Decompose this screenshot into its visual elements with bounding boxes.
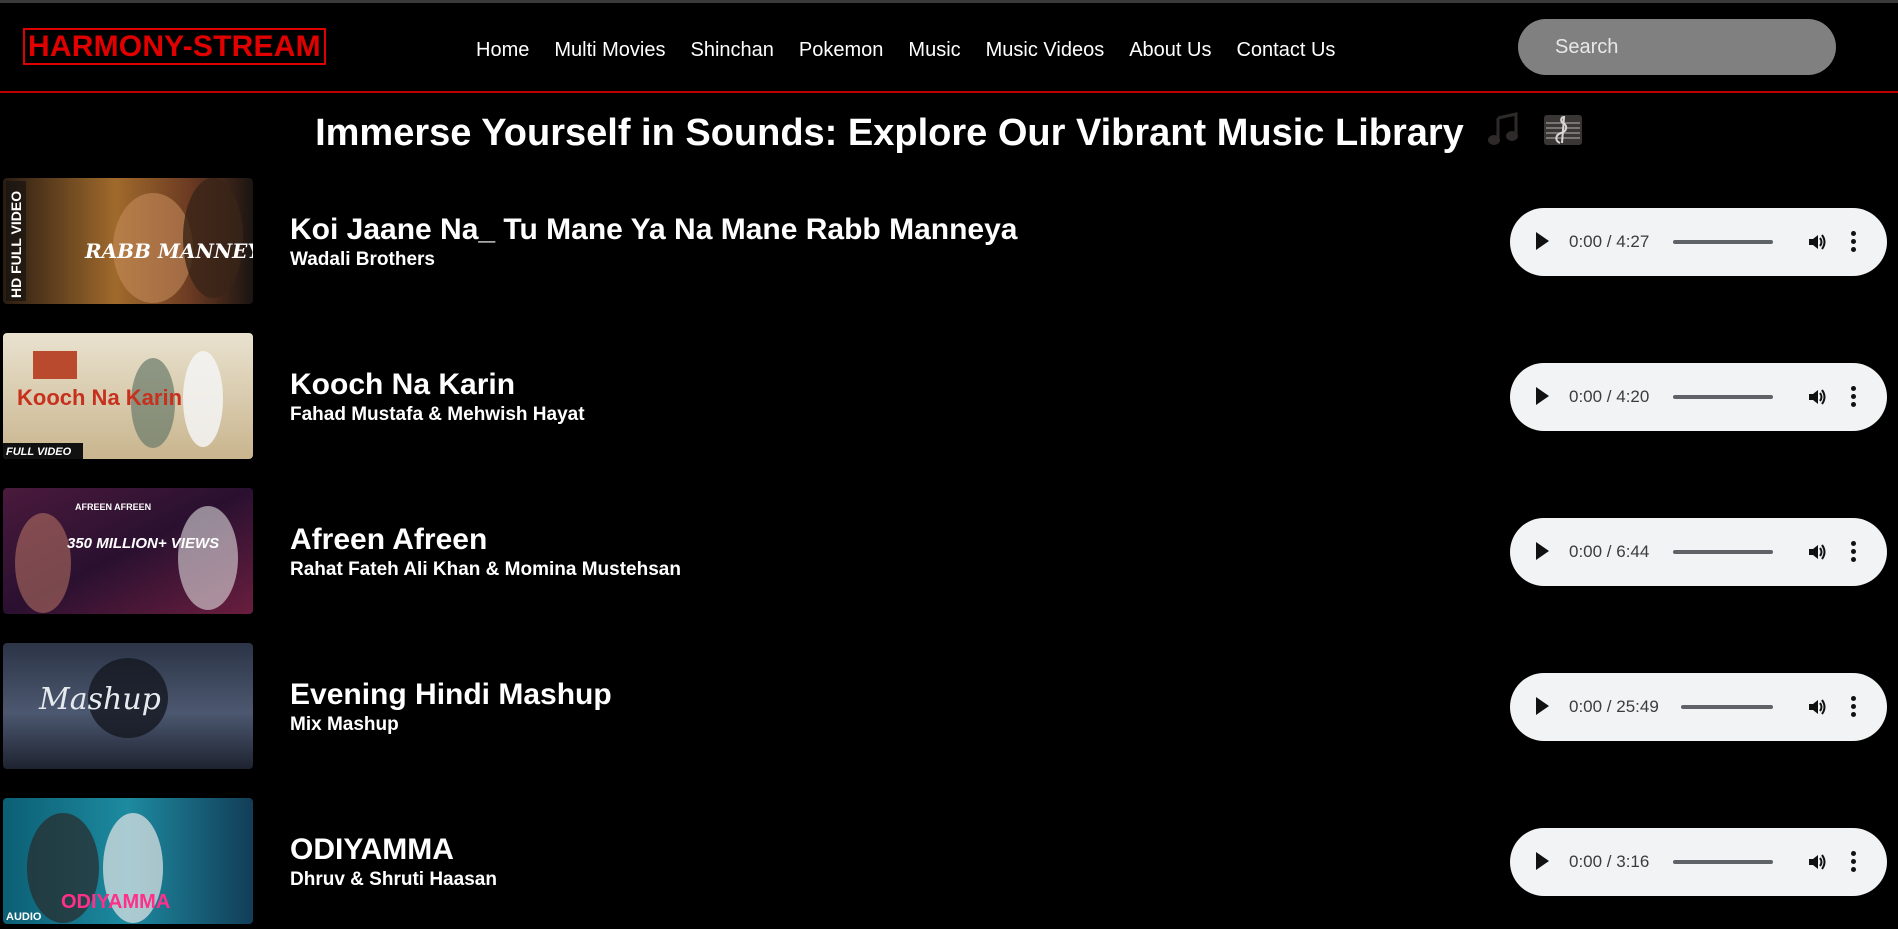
more-options-icon[interactable]	[1850, 541, 1856, 563]
thumb-title: 350 MILLION+ VIEWS	[67, 535, 219, 552]
audio-player: 0:00 / 4:20	[1510, 363, 1887, 431]
song-artist: Mix Mashup	[290, 714, 399, 735]
nav-shinchan[interactable]: Shinchan	[691, 36, 774, 64]
audio-player: 0:00 / 4:27	[1510, 208, 1887, 276]
more-options-icon[interactable]	[1850, 851, 1856, 873]
seek-bar[interactable]	[1673, 860, 1773, 864]
play-button[interactable]	[1536, 697, 1549, 715]
song-row: AFREEN AFREEN 350 MILLION+ VIEWS Afreen …	[0, 488, 1898, 614]
volume-icon[interactable]	[1807, 542, 1827, 562]
musical-score-icon	[1543, 112, 1583, 158]
play-button[interactable]	[1536, 387, 1549, 405]
song-title: ODIYAMMA	[290, 833, 454, 866]
audio-time: 0:00 / 25:49	[1569, 697, 1659, 716]
thumb-badge: AUDIO	[6, 911, 42, 923]
seek-bar[interactable]	[1673, 550, 1773, 554]
nav-contact-us[interactable]: Contact Us	[1236, 36, 1335, 64]
song-thumbnail[interactable]: Mashup	[3, 643, 253, 769]
thumb-title: Kooch Na Karin	[17, 385, 182, 410]
audio-time: 0:00 / 4:27	[1569, 232, 1650, 251]
song-title: Afreen Afreen	[290, 523, 488, 556]
song-thumbnail[interactable]: AFREEN AFREEN 350 MILLION+ VIEWS	[3, 488, 253, 614]
audio-player: 0:00 / 3:16	[1510, 828, 1887, 896]
audio-time: 0:00 / 3:16	[1569, 852, 1650, 871]
song-thumbnail[interactable]: Kooch Na Karin FULL VIDEO	[3, 333, 253, 459]
song-row: Kooch Na Karin FULL VIDEO Kooch Na Karin…	[0, 333, 1898, 459]
seek-bar[interactable]	[1673, 395, 1773, 399]
site-logo[interactable]: HARMONY-STREAM	[23, 28, 326, 65]
song-thumbnail[interactable]: ODIYAMMA AUDIO	[3, 798, 253, 924]
nav-pokemon[interactable]: Pokemon	[799, 36, 884, 64]
more-options-icon[interactable]	[1850, 386, 1856, 408]
main-nav: Home Multi Movies Shinchan Pokemon Music…	[476, 36, 1360, 64]
play-button[interactable]	[1536, 232, 1549, 250]
nav-home[interactable]: Home	[476, 36, 529, 64]
audio-time: 0:00 / 6:44	[1569, 542, 1650, 561]
seek-bar[interactable]	[1681, 705, 1773, 709]
play-button[interactable]	[1536, 542, 1549, 560]
volume-icon[interactable]	[1807, 232, 1827, 252]
nav-about-us[interactable]: About Us	[1129, 36, 1211, 64]
song-row: ODIYAMMA AUDIO ODIYAMMA Dhruv & Shruti H…	[0, 798, 1898, 924]
song-title: Kooch Na Karin	[290, 368, 516, 401]
more-options-icon[interactable]	[1850, 231, 1856, 253]
musical-notes-icon	[1484, 110, 1522, 159]
thumb-badge: HD FULL VIDEO	[8, 191, 24, 298]
thumb-badge: FULL VIDEO	[6, 446, 72, 458]
thumb-title: RABB MANNEYA	[84, 239, 253, 263]
song-artist: Fahad Mustafa & Mehwish Hayat	[290, 404, 585, 425]
song-title: Evening Hindi Mashup	[290, 678, 612, 711]
audio-time: 0:00 / 4:20	[1569, 387, 1650, 406]
more-options-icon[interactable]	[1850, 696, 1856, 718]
audio-player: 0:00 / 25:49	[1510, 673, 1887, 741]
search-input[interactable]	[1518, 19, 1836, 75]
nav-multi-movies[interactable]: Multi Movies	[554, 36, 665, 64]
seek-bar[interactable]	[1673, 240, 1773, 244]
song-artist: Wadali Brothers	[290, 249, 435, 270]
page-heading-text: Immerse Yourself in Sounds: Explore Our …	[315, 112, 1464, 154]
song-thumbnail[interactable]: HD FULL VIDEO RABB MANNEYA	[3, 178, 253, 304]
song-title: Koi Jaane Na_ Tu Mane Ya Na Mane Rabb Ma…	[290, 213, 1018, 246]
thumb-title: ODIYAMMA	[61, 891, 170, 913]
nav-music-videos[interactable]: Music Videos	[986, 36, 1105, 64]
thumb-title: Mashup	[38, 682, 161, 717]
thumb-badge: AFREEN AFREEN	[75, 502, 151, 512]
page-heading: Immerse Yourself in Sounds: Explore Our …	[0, 110, 1898, 159]
song-row: HD FULL VIDEO RABB MANNEYA Koi Jaane Na_…	[0, 178, 1898, 304]
song-artist: Dhruv & Shruti Haasan	[290, 869, 497, 890]
audio-player: 0:00 / 6:44	[1510, 518, 1887, 586]
volume-icon[interactable]	[1807, 852, 1827, 872]
volume-icon[interactable]	[1807, 387, 1827, 407]
site-header: HARMONY-STREAM Home Multi Movies Shincha…	[0, 3, 1898, 93]
song-row: Mashup Evening Hindi Mashup Mix Mashup 0…	[0, 643, 1898, 769]
volume-icon[interactable]	[1807, 697, 1827, 717]
nav-music[interactable]: Music	[908, 36, 960, 64]
song-artist: Rahat Fateh Ali Khan & Momina Mustehsan	[290, 559, 681, 580]
play-button[interactable]	[1536, 852, 1549, 870]
